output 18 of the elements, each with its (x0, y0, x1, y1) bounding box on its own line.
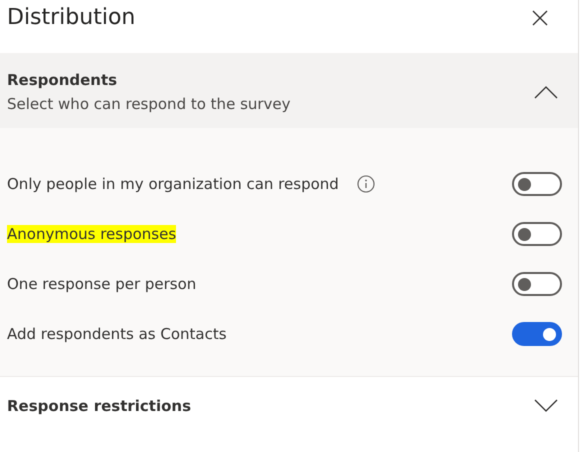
close-icon[interactable] (532, 10, 548, 26)
toggle-switch[interactable] (512, 222, 562, 246)
option-label: Anonymous responses (7, 225, 176, 243)
toggle-switch[interactable] (512, 322, 562, 346)
option-label: Only people in my organization can respond (7, 175, 339, 193)
info-icon[interactable] (356, 175, 375, 193)
toggle-switch[interactable] (512, 172, 562, 196)
section-header[interactable]: Respondents Select who can respond to the survey (0, 53, 578, 128)
option-label: Add respondents as Contacts (7, 325, 227, 343)
chevron-up-icon (534, 85, 558, 99)
section-title: Respondents (7, 71, 118, 89)
section-subtitle: Select who can respond to the survey (7, 95, 291, 113)
section-title: Response restrictions (7, 397, 192, 415)
toggle-switch[interactable] (512, 272, 562, 296)
panel-title: Distribution (7, 4, 136, 32)
option-label: One response per person (7, 275, 196, 293)
section-header[interactable]: Response restrictions (0, 376, 578, 415)
chevron-down-icon (534, 399, 558, 413)
